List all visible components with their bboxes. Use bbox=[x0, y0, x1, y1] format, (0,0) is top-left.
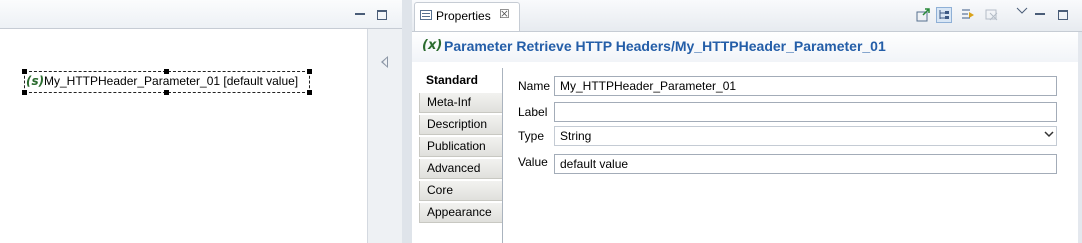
pin-icon[interactable] bbox=[915, 7, 931, 23]
tree-icon[interactable] bbox=[936, 7, 952, 23]
editor-canvas[interactable] bbox=[0, 29, 366, 243]
properties-title: Parameter Retrieve HTTP Headers/My_HTTPH… bbox=[444, 38, 886, 54]
type-label: Type bbox=[518, 129, 545, 143]
name-field[interactable]: My_HTTPHeader_Parameter_01 bbox=[554, 76, 1057, 96]
tab-standard[interactable]: Standard bbox=[419, 71, 502, 91]
selection-handle[interactable] bbox=[164, 90, 169, 95]
properties-icon bbox=[420, 10, 432, 20]
label-field[interactable] bbox=[554, 102, 1057, 122]
value-label: Value bbox=[518, 155, 548, 169]
selection-handle[interactable] bbox=[307, 69, 312, 74]
editor-minimize-icon[interactable] bbox=[355, 8, 365, 15]
tab-meta-inf[interactable]: Meta-Inf bbox=[419, 93, 502, 113]
scroll-left-arrow-icon[interactable] bbox=[381, 56, 388, 68]
parameter-icon: (x) bbox=[422, 38, 443, 53]
name-label: Name bbox=[518, 79, 551, 93]
disabled-icon bbox=[984, 7, 1000, 23]
tab-core[interactable]: Core bbox=[419, 181, 502, 201]
pane-divider[interactable] bbox=[402, 0, 412, 243]
label-label: Label bbox=[518, 105, 548, 119]
tab-publication[interactable]: Publication bbox=[419, 137, 502, 157]
type-select[interactable]: String bbox=[554, 126, 1057, 146]
parameter-node-label: My_HTTPHeader_Parameter_01 [default valu… bbox=[44, 74, 299, 88]
string-parameter-icon: (s) bbox=[26, 74, 45, 88]
properties-scroll-edge bbox=[1078, 32, 1082, 243]
value-field[interactable]: default value bbox=[554, 154, 1057, 174]
tab-appearance[interactable]: Appearance bbox=[419, 203, 502, 223]
properties-tab-label: Properties bbox=[436, 9, 491, 23]
selection-handle[interactable] bbox=[307, 90, 312, 95]
editor-maximize-icon[interactable] bbox=[377, 10, 387, 20]
maximize-icon[interactable] bbox=[1058, 10, 1068, 20]
tab-description[interactable]: Description bbox=[419, 115, 502, 135]
selection-handle[interactable] bbox=[22, 90, 27, 95]
filter-icon[interactable] bbox=[960, 7, 976, 23]
editor-header bbox=[0, 0, 402, 29]
chevron-down-icon[interactable] bbox=[1042, 128, 1056, 144]
tab-advanced[interactable]: Advanced bbox=[419, 159, 502, 179]
minimize-icon[interactable] bbox=[1035, 8, 1045, 15]
close-icon[interactable]: ☒ bbox=[499, 7, 510, 21]
view-menu-icon[interactable] bbox=[1014, 4, 1030, 20]
